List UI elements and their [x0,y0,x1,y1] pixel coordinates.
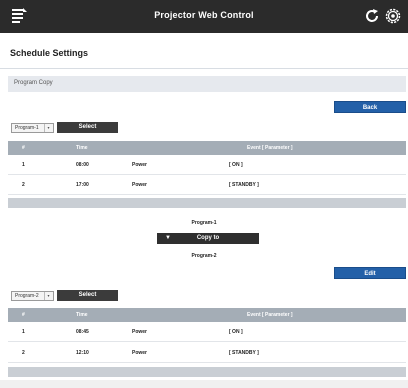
target-select-button[interactable]: Select [57,290,118,301]
row-parameter: [ STANDBY ] [229,350,259,356]
col-event: Event [ Parameter ] [247,145,293,151]
col-number: # [22,312,25,318]
copy-to-button[interactable]: ▼ Copy to [157,233,259,244]
gear-icon[interactable] [385,8,401,24]
row-time: 17:00 [76,182,89,188]
row-event: Power [132,350,148,356]
copy-to-label: Copy to [196,235,220,241]
row-parameter: [ ON ] [229,329,243,335]
row-time: 08:00 [76,162,89,168]
edit-button[interactable]: Edit [334,267,406,279]
target-program-select[interactable]: Program-2 ▾ [11,291,54,301]
refresh-icon[interactable] [364,8,380,24]
copy-from-label: Program-1 [191,220,217,226]
col-event: Event [ Parameter ] [247,312,293,318]
source-program-value: Program-1 [15,125,39,131]
top-bar: Projector Web Control [0,0,408,33]
chevron-down-icon: ▾ [44,124,52,132]
source-table-footer [8,198,406,208]
table-row[interactable]: 2 12:10 Power [ STANDBY ] [8,343,406,363]
title-divider [0,68,408,69]
table-row[interactable]: 2 17:00 Power [ STANDBY ] [8,175,406,195]
target-table-header: # Time Event [ Parameter ] [8,308,406,322]
row-number: 2 [22,182,25,188]
row-number: 1 [22,329,25,335]
app-title: Projector Web Control [154,10,254,20]
row-time: 08:45 [76,329,89,335]
page-title: Schedule Settings [10,48,89,58]
row-number: 1 [22,162,25,168]
chevron-down-icon: ▾ [44,292,52,300]
target-table-footer [8,367,406,377]
table-row[interactable]: 1 08:00 Power [ ON ] [8,155,406,175]
table-row[interactable]: 1 08:45 Power [ ON ] [8,322,406,342]
row-event: Power [132,182,148,188]
page-footer [0,380,408,388]
col-time: Time [76,312,88,318]
section-header: Program Copy [8,76,406,92]
row-event: Power [132,329,148,335]
target-program-value: Program-2 [15,293,39,299]
section-title: Program Copy [14,80,53,86]
back-button[interactable]: Back [334,101,406,113]
col-number: # [22,145,25,151]
source-table-header: # Time Event [ Parameter ] [8,141,406,155]
row-time: 12:10 [76,350,89,356]
copy-target-label: Program-2 [191,253,217,259]
col-time: Time [76,145,88,151]
source-program-select[interactable]: Program-1 ▾ [11,123,54,133]
source-select-button[interactable]: Select [57,122,118,133]
row-parameter: [ STANDBY ] [229,182,259,188]
row-number: 2 [22,350,25,356]
row-parameter: [ ON ] [229,162,243,168]
row-event: Power [132,162,148,168]
